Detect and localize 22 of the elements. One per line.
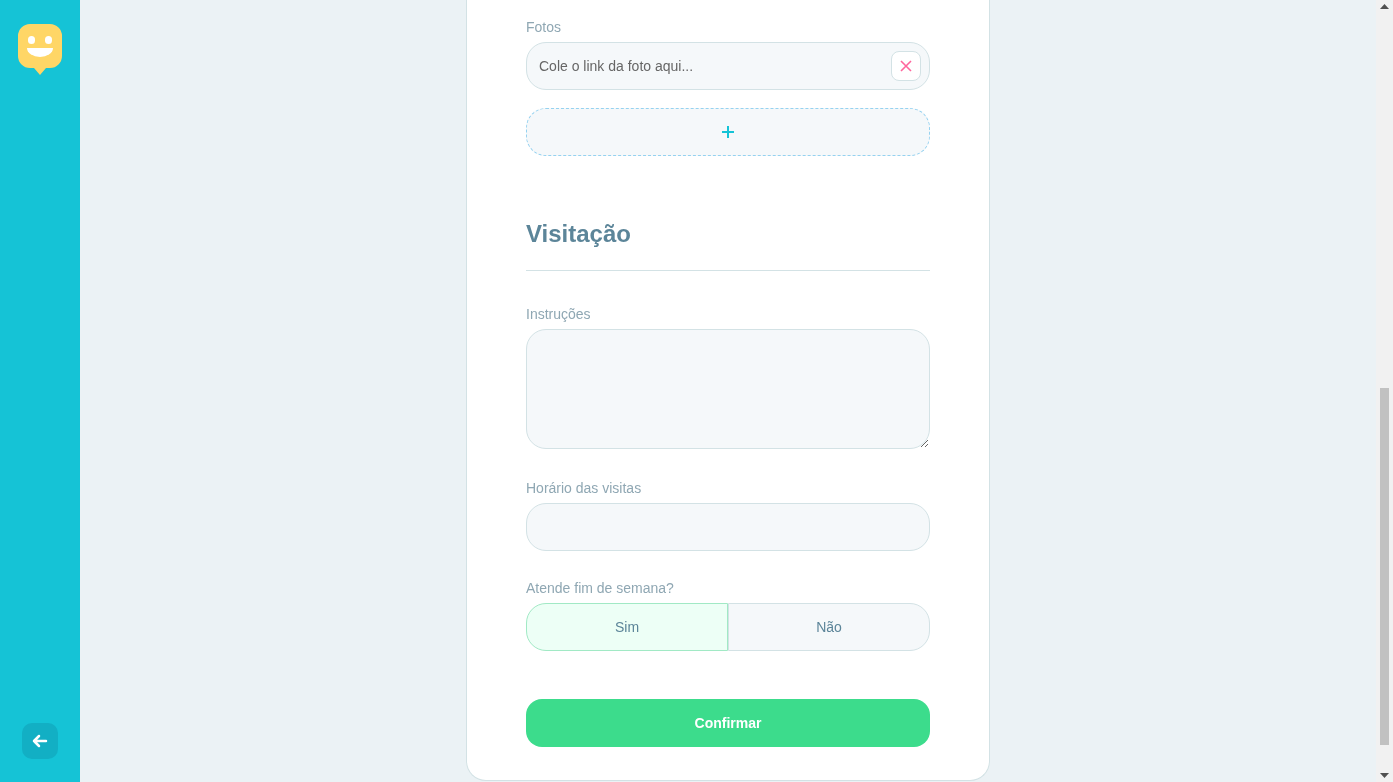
photo-link-field[interactable]: Cole o link da foto aqui... xyxy=(526,42,930,90)
toggle-option[interactable]: Sim xyxy=(526,603,728,651)
smiley-logo-icon[interactable] xyxy=(18,24,62,76)
toggle-option[interactable]: Não xyxy=(728,603,930,651)
arrow-left-icon xyxy=(32,733,48,749)
add-photo-button[interactable] xyxy=(526,108,930,156)
field-label: Instruções xyxy=(526,305,592,324)
scrollbar[interactable] xyxy=(1376,0,1393,782)
scroll-down-icon[interactable] xyxy=(1380,773,1389,778)
field-label: Horário das visitas xyxy=(526,479,643,498)
field-label: Atende fim de semana? xyxy=(526,579,675,598)
scrollbar-thumb[interactable] xyxy=(1380,388,1389,745)
photo-link-input[interactable]: Cole o link da foto aqui... xyxy=(539,55,891,77)
back-button[interactable] xyxy=(22,723,58,759)
scroll-up-icon[interactable] xyxy=(1380,4,1389,9)
field-label: Fotos xyxy=(526,18,562,37)
plus-icon xyxy=(722,126,734,138)
close-icon xyxy=(900,60,912,72)
hours-field[interactable] xyxy=(526,503,930,551)
section-title: Visitação xyxy=(526,219,632,249)
remove-button[interactable] xyxy=(891,51,921,81)
instructions-field[interactable] xyxy=(526,329,930,449)
